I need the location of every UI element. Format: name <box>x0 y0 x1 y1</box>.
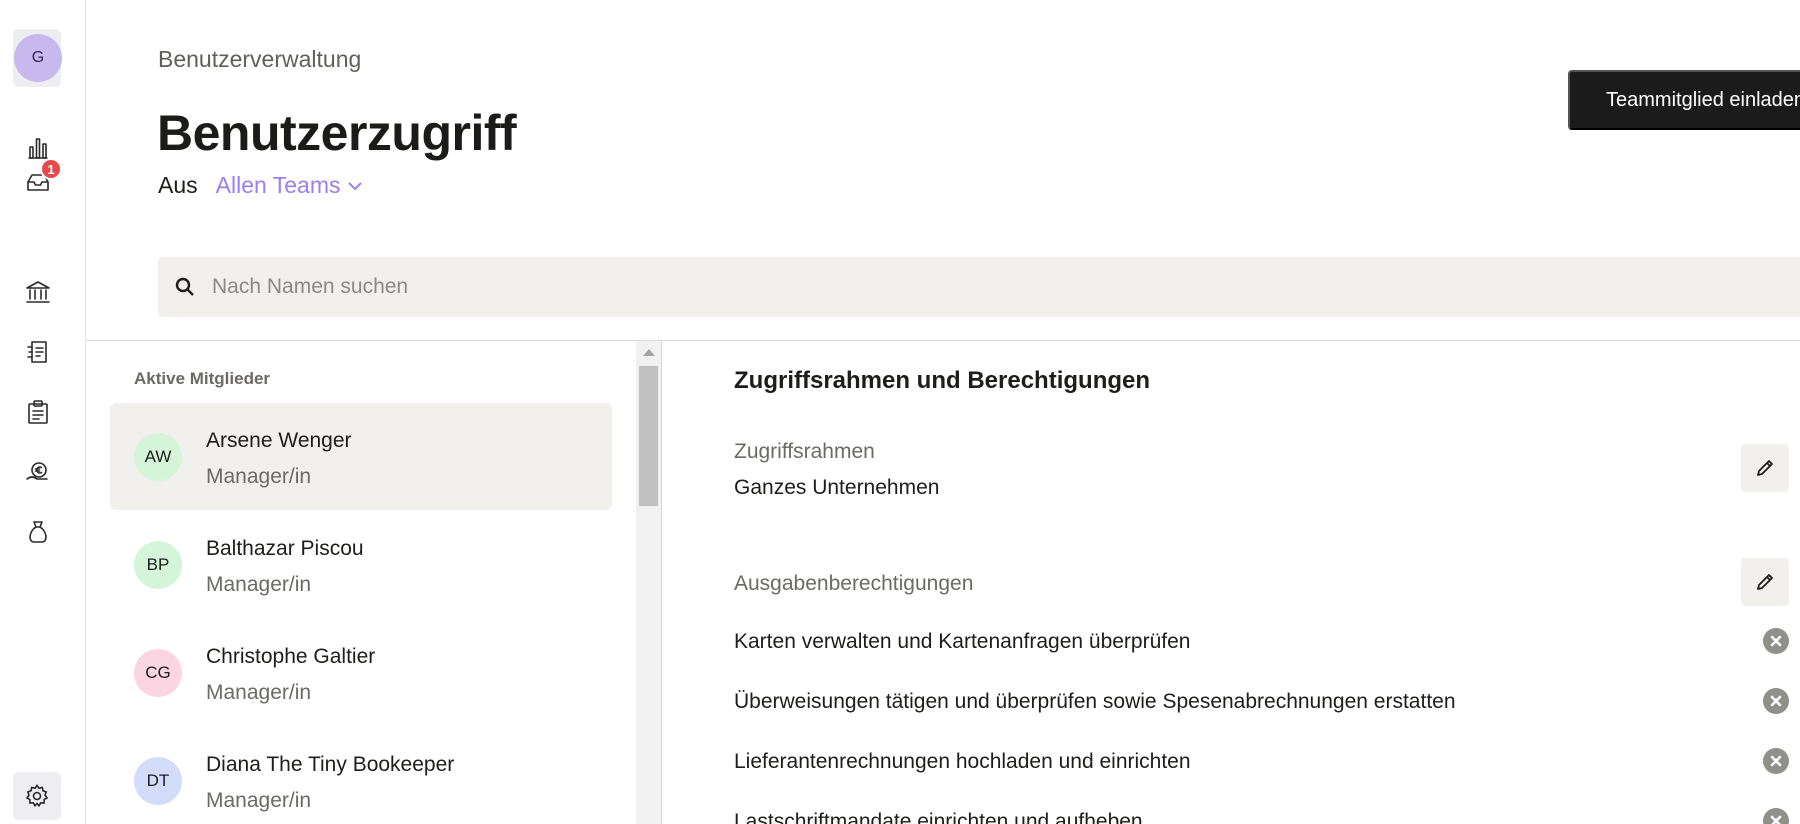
member-name: Balthazar Piscou <box>206 537 364 560</box>
avatar: AW <box>134 433 182 481</box>
remove-permission-icon[interactable] <box>1763 628 1789 654</box>
permission-row: Lastschriftmandate einrichten und aufheb… <box>734 808 1800 824</box>
permission-text: Lastschriftmandate einrichten und aufheb… <box>734 810 1143 824</box>
receipt-icon[interactable] <box>22 336 54 368</box>
pencil-icon <box>1757 460 1773 476</box>
member-name: Diana The Tiny Bookeeper <box>206 753 455 776</box>
permission-text: Karten verwalten und Kartenanfragen über… <box>734 630 1191 653</box>
member-name: Christophe Galtier <box>206 645 376 668</box>
team-scope-dropdown[interactable]: Allen Teams <box>216 172 365 199</box>
permission-row: Lieferantenrechnungen hochladen und einr… <box>734 748 1800 780</box>
search-input[interactable] <box>212 257 1712 317</box>
remove-permission-icon[interactable] <box>1763 688 1789 714</box>
avatar[interactable]: G <box>14 34 62 82</box>
team-scope-value[interactable]: Allen Teams <box>216 172 341 199</box>
money-bag-icon[interactable] <box>22 516 54 548</box>
notification-badge: 1 <box>40 158 62 180</box>
edit-access-scope-button[interactable] <box>1741 444 1789 492</box>
sidebar-rail: G 1 <box>0 0 86 824</box>
access-scope-label: Zugriffsrahmen <box>734 440 875 463</box>
invite-team-member-button[interactable]: Teammitglied einladen <box>1568 70 1800 130</box>
search-icon <box>175 277 194 296</box>
permission-text: Lieferantenrechnungen hochladen und einr… <box>734 750 1191 773</box>
list-item[interactable]: DT Diana The Tiny Bookeeper Manager/in <box>110 727 612 824</box>
remove-permission-icon[interactable] <box>1763 748 1789 774</box>
list-item[interactable]: CG Christophe Galtier Manager/in <box>110 619 612 726</box>
bank-icon[interactable] <box>22 276 54 308</box>
page-title: Benutzerzugriff <box>157 105 517 161</box>
member-list-scrollbar[interactable] <box>636 341 661 824</box>
member-role: Manager/in <box>206 789 312 812</box>
member-role: Manager/in <box>206 681 312 704</box>
permission-text: Überweisungen tätigen und überprüfen sow… <box>734 690 1456 713</box>
permission-row: Überweisungen tätigen und überprüfen sow… <box>734 688 1800 720</box>
member-name: Arsene Wenger <box>206 429 352 452</box>
section-title-access-permissions: Zugriffsrahmen und Berechtigungen <box>734 367 1151 394</box>
team-scope-filter: Aus Allen Teams <box>158 172 365 199</box>
scroll-up-arrow-icon[interactable] <box>643 349 655 356</box>
access-scope-value: Ganzes Unternehmen <box>734 476 940 499</box>
avatar: DT <box>134 757 182 805</box>
settings-button[interactable] <box>13 772 61 820</box>
scroll-thumb[interactable] <box>639 366 658 506</box>
member-list: Aktive Mitglieder AW Arsene Wenger Manag… <box>86 341 662 824</box>
breadcrumb: Benutzerverwaltung <box>158 46 362 72</box>
list-item[interactable]: BP Balthazar Piscou Manager/in <box>110 511 612 618</box>
account-switcher[interactable]: G <box>13 29 62 87</box>
member-role: Manager/in <box>206 465 312 488</box>
avatar: CG <box>134 649 182 697</box>
gear-icon <box>25 784 49 808</box>
remove-permission-icon[interactable] <box>1763 808 1789 824</box>
section-label-active-members: Aktive Mitglieder <box>134 369 271 388</box>
search-bar[interactable] <box>158 257 1800 317</box>
chevron-down-icon <box>347 181 362 190</box>
pencil-icon <box>1757 574 1773 590</box>
edit-spending-permissions-button[interactable] <box>1741 558 1789 606</box>
list-item[interactable]: AW Arsene Wenger Manager/in <box>110 403 612 510</box>
permission-row: Karten verwalten und Kartenanfragen über… <box>734 628 1800 660</box>
euro-hand-icon[interactable] <box>22 456 54 488</box>
scope-prefix-label: Aus <box>158 172 198 198</box>
member-role: Manager/in <box>206 573 312 596</box>
avatar: BP <box>134 541 182 589</box>
inbox-icon[interactable]: 1 <box>22 158 62 198</box>
spending-permissions-label: Ausgabenberechtigungen <box>734 572 974 595</box>
clipboard-icon[interactable] <box>22 396 54 428</box>
